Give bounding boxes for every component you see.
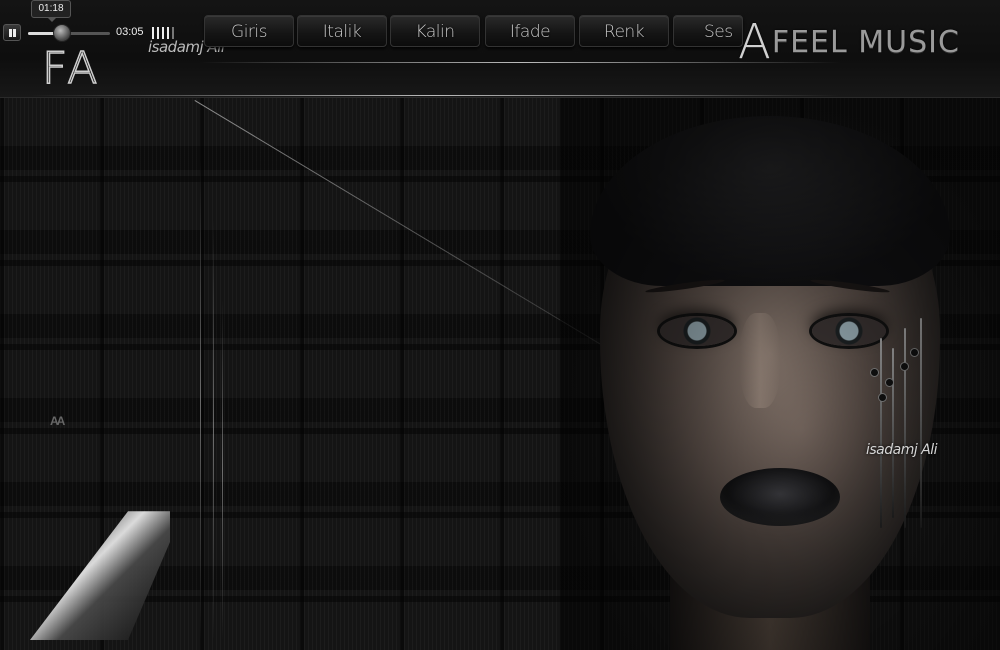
- volume-bars-icon[interactable]: [152, 26, 178, 39]
- brand-initial: A: [738, 14, 772, 70]
- tab-italik[interactable]: Italik: [297, 15, 387, 47]
- header-divider: [30, 95, 840, 96]
- current-time-tooltip: 01:18: [31, 0, 71, 22]
- vertical-light-line: [213, 220, 214, 640]
- music-player: 01:18 03:05: [0, 0, 200, 46]
- pause-button[interactable]: [3, 24, 21, 41]
- tab-ifade[interactable]: Ifade: [485, 15, 575, 47]
- tab-renk[interactable]: Renk: [579, 15, 669, 47]
- tab-giris[interactable]: Giris: [204, 15, 294, 47]
- site-logo[interactable]: FA: [41, 43, 152, 95]
- vertical-light-line: [222, 300, 223, 640]
- mini-mark: AA: [50, 414, 65, 428]
- portrait-image: [560, 98, 1000, 650]
- tab-kalin[interactable]: Kalin: [390, 15, 480, 47]
- seek-handle[interactable]: [53, 24, 72, 42]
- portrait-signature: isadamj Ali: [866, 442, 938, 458]
- brand-name: FEEL MUSIC: [771, 25, 960, 60]
- duration-label: 03:05: [116, 26, 144, 38]
- brand-title: AFEEL MUSIC: [738, 8, 1000, 70]
- portrait-vignette: [560, 98, 1000, 650]
- vertical-light-line: [200, 160, 201, 640]
- tab-ses[interactable]: Ses: [673, 15, 743, 47]
